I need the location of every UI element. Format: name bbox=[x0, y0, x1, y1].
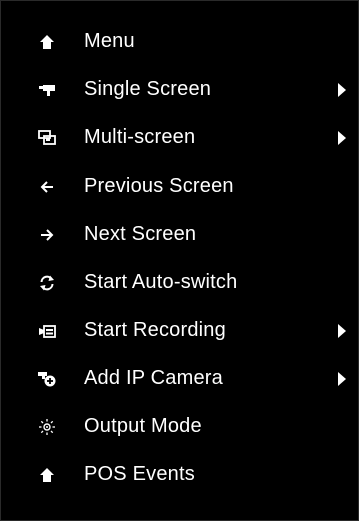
menu-item-multi-screen[interactable]: Multi-screen bbox=[1, 118, 358, 158]
sun-icon bbox=[36, 416, 58, 438]
menu-item-start-recording[interactable]: Start Recording bbox=[1, 311, 358, 351]
add-camera-icon bbox=[36, 368, 58, 390]
multi-screen-icon bbox=[36, 127, 58, 149]
menu-item-label: POS Events bbox=[84, 463, 195, 486]
menu-item-output-mode[interactable]: Output Mode bbox=[1, 407, 358, 447]
menu-item-label: Output Mode bbox=[84, 415, 202, 438]
menu-item-single-screen[interactable]: Single Screen bbox=[1, 70, 358, 110]
arrow-right-icon bbox=[36, 224, 58, 246]
menu-item-label: Single Screen bbox=[84, 78, 212, 101]
menu-item-label: Start Auto-switch bbox=[84, 271, 238, 294]
menu-item-label: Previous Screen bbox=[84, 175, 234, 198]
menu-item-pos-events[interactable]: POS Events bbox=[1, 455, 358, 495]
arrow-left-icon bbox=[36, 176, 58, 198]
submenu-arrow-icon bbox=[337, 83, 347, 97]
menu-item-previous-screen[interactable]: Previous Screen bbox=[1, 167, 358, 207]
menu-item-add-ip-camera[interactable]: Add IP Camera bbox=[1, 359, 358, 399]
menu-item-label: Multi-screen bbox=[84, 126, 196, 149]
menu-item-label: Menu bbox=[84, 30, 135, 53]
menu-item-label: Add IP Camera bbox=[84, 367, 223, 390]
submenu-arrow-icon bbox=[337, 372, 347, 386]
camera-icon bbox=[36, 79, 58, 101]
record-icon bbox=[36, 320, 58, 342]
menu-item-next-screen[interactable]: Next Screen bbox=[1, 215, 358, 255]
menu-item-label: Start Recording bbox=[84, 319, 226, 342]
menu-item-menu[interactable]: Menu bbox=[1, 22, 358, 62]
home-icon bbox=[36, 31, 58, 53]
menu-item-label: Next Screen bbox=[84, 223, 197, 246]
submenu-arrow-icon bbox=[337, 131, 347, 145]
submenu-arrow-icon bbox=[337, 324, 347, 338]
context-menu: Menu Single Screen Multi-screen Previous… bbox=[0, 0, 359, 521]
home-icon bbox=[36, 464, 58, 486]
menu-item-start-auto-switch[interactable]: Start Auto-switch bbox=[1, 263, 358, 303]
refresh-icon bbox=[36, 272, 58, 294]
